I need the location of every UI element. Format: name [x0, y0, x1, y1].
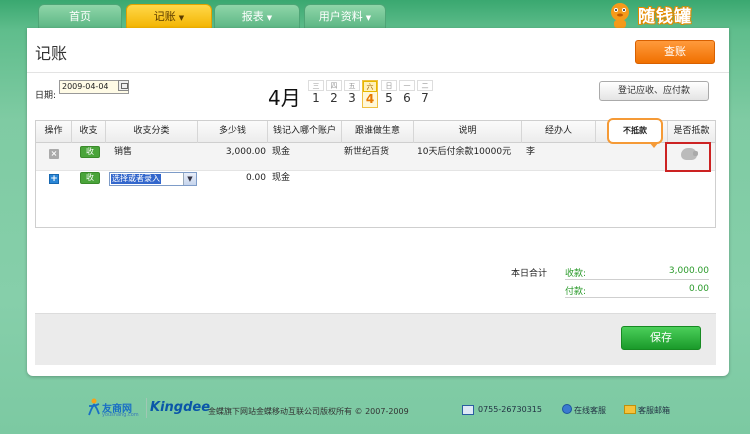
day-cell[interactable]: 一 6 [399, 80, 415, 108]
bookkeeping-panel: 记账 查账 日期: 2009-04-04 4月 三 1 四 2 五 3 六 4 … [27, 28, 729, 376]
partner-logo[interactable]: 友商网 youshang.com [86, 398, 144, 420]
weekday-label: 一 [399, 80, 415, 91]
account-cell[interactable]: 现金 [272, 173, 290, 184]
mail-icon[interactable] [624, 405, 636, 414]
income-badge[interactable]: 收 [80, 172, 100, 184]
header-type: 收支 [72, 121, 106, 143]
income-badge[interactable]: 收 [80, 146, 100, 158]
weekday-label: 五 [344, 80, 360, 91]
note-cell[interactable]: 10天后付余款10000元 [417, 147, 515, 158]
tab-label: 报表 [241, 10, 264, 23]
day-number: 2 [330, 91, 338, 105]
delete-icon[interactable]: × [49, 149, 59, 159]
calendar-icon[interactable] [118, 80, 129, 91]
header-note: 说明 [414, 121, 522, 143]
category-cell[interactable]: 销售 [114, 147, 132, 158]
divider [565, 297, 709, 298]
weekday-label: 四 [326, 80, 342, 91]
tab-label: 用户资料 [318, 10, 363, 23]
copyright-text: 金蝶旗下网站金蝶移动互联公司版权所有 © 2007-2009 [208, 407, 409, 416]
chevron-down-icon: ▼ [266, 14, 273, 22]
page-title: 记账 [35, 44, 68, 63]
view-accounts-button[interactable]: 查账 [635, 40, 715, 64]
amount-cell[interactable]: 3,000.00 [198, 147, 266, 158]
phone-number: 0755-26730315 [478, 405, 542, 414]
new-entry-row[interactable]: + 收 选择或者录入 ▼ 0.00 现金 [36, 171, 715, 189]
no-offset-tooltip: 不抵款 [607, 118, 663, 148]
expense-label: 付款: [565, 287, 587, 297]
partner-logo-sub: youshang.com [102, 412, 139, 418]
table-row[interactable]: × 收 销售 3,000.00 现金 新世纪百货 10天后付余款10000元 李 [36, 143, 715, 171]
day-cell[interactable]: 四 2 [326, 80, 342, 108]
weekday-label: 三 [308, 80, 324, 91]
chevron-down-icon: ▼ [365, 14, 372, 22]
site-footer: 友商网 youshang.com Kingdee 金蝶旗下网站金蝶移动互联公司版… [0, 396, 750, 424]
header-category: 收支分类 [106, 121, 198, 143]
day-number: 6 [403, 91, 411, 105]
header-offset: 是否抵款 [673, 126, 710, 136]
header-partner: 跟谁做生意 [342, 121, 414, 143]
tab-label: 首页 [69, 10, 91, 23]
chevron-down-icon: ▼ [178, 14, 185, 22]
day-number: 3 [348, 91, 356, 105]
support-mail-link[interactable]: 客服邮箱 [638, 405, 670, 416]
phone-icon [462, 405, 474, 415]
month-label: 4月 [268, 86, 301, 110]
action-bar [35, 313, 716, 365]
day-cell-today[interactable]: 六 4 [362, 80, 378, 108]
account-cell[interactable]: 现金 [272, 147, 290, 158]
day-cell[interactable]: 二 7 [417, 80, 433, 108]
day-cell[interactable]: 三 1 [308, 80, 324, 108]
save-button[interactable]: 保存 [621, 326, 701, 350]
divider [146, 398, 147, 418]
chevron-down-icon[interactable]: ▼ [183, 173, 196, 185]
piggy-bank-icon[interactable] [681, 148, 698, 160]
tab-user-profile[interactable]: 用户资料 ▼ [304, 4, 386, 28]
day-number: 4 [365, 92, 375, 106]
tab-reports[interactable]: 报表 ▼ [214, 4, 300, 28]
support-icon[interactable] [562, 404, 572, 414]
date-label: 日期: [35, 91, 57, 101]
day-cell[interactable]: 五 3 [344, 80, 360, 108]
partner-cell[interactable]: 新世纪百货 [344, 147, 389, 158]
kingdee-logo[interactable]: Kingdee [150, 400, 210, 415]
top-nav: 首页 记账 ▼ 报表 ▼ 用户资料 ▼ 随钱罐 [0, 0, 750, 31]
runner-icon [88, 398, 100, 416]
divider [565, 279, 709, 280]
amount-cell[interactable]: 0.00 [198, 173, 266, 184]
brand-logo[interactable]: 随钱罐 [604, 0, 744, 30]
header-action: 操作 [36, 121, 72, 143]
expense-value: 0.00 [688, 284, 709, 294]
tab-label: 记账 [153, 10, 176, 23]
weekday-label: 六 [363, 81, 377, 92]
divider [27, 72, 729, 73]
tab-bookkeeping[interactable]: 记账 ▼ [126, 4, 212, 28]
header-account: 钱记入哪个账户 [268, 121, 342, 143]
mascot-icon [611, 3, 629, 28]
header-amount: 多少钱 [198, 121, 268, 143]
income-label: 收款: [565, 269, 587, 279]
category-select[interactable]: 选择或者录入 ▼ [109, 172, 197, 186]
category-select-text: 选择或者录入 [111, 174, 161, 184]
register-receivables-payables-button[interactable]: 登记应收、应付款 [599, 81, 709, 101]
day-number: 7 [421, 91, 429, 105]
online-support-link[interactable]: 在线客服 [574, 405, 606, 416]
brand-text: 随钱罐 [638, 7, 692, 27]
day-total-label: 本日合计 [511, 269, 548, 279]
day-cell[interactable]: 日 5 [381, 80, 397, 108]
tab-home[interactable]: 首页 [38, 4, 122, 28]
day-number: 5 [385, 91, 393, 105]
weekday-label: 二 [417, 80, 433, 91]
header-handler: 经办人 [522, 121, 596, 143]
weekday-label: 日 [381, 80, 397, 91]
income-value: 3,000.00 [668, 266, 709, 276]
handler-cell[interactable]: 李 [526, 147, 535, 158]
add-icon[interactable]: + [49, 174, 59, 184]
day-number: 1 [312, 91, 320, 105]
